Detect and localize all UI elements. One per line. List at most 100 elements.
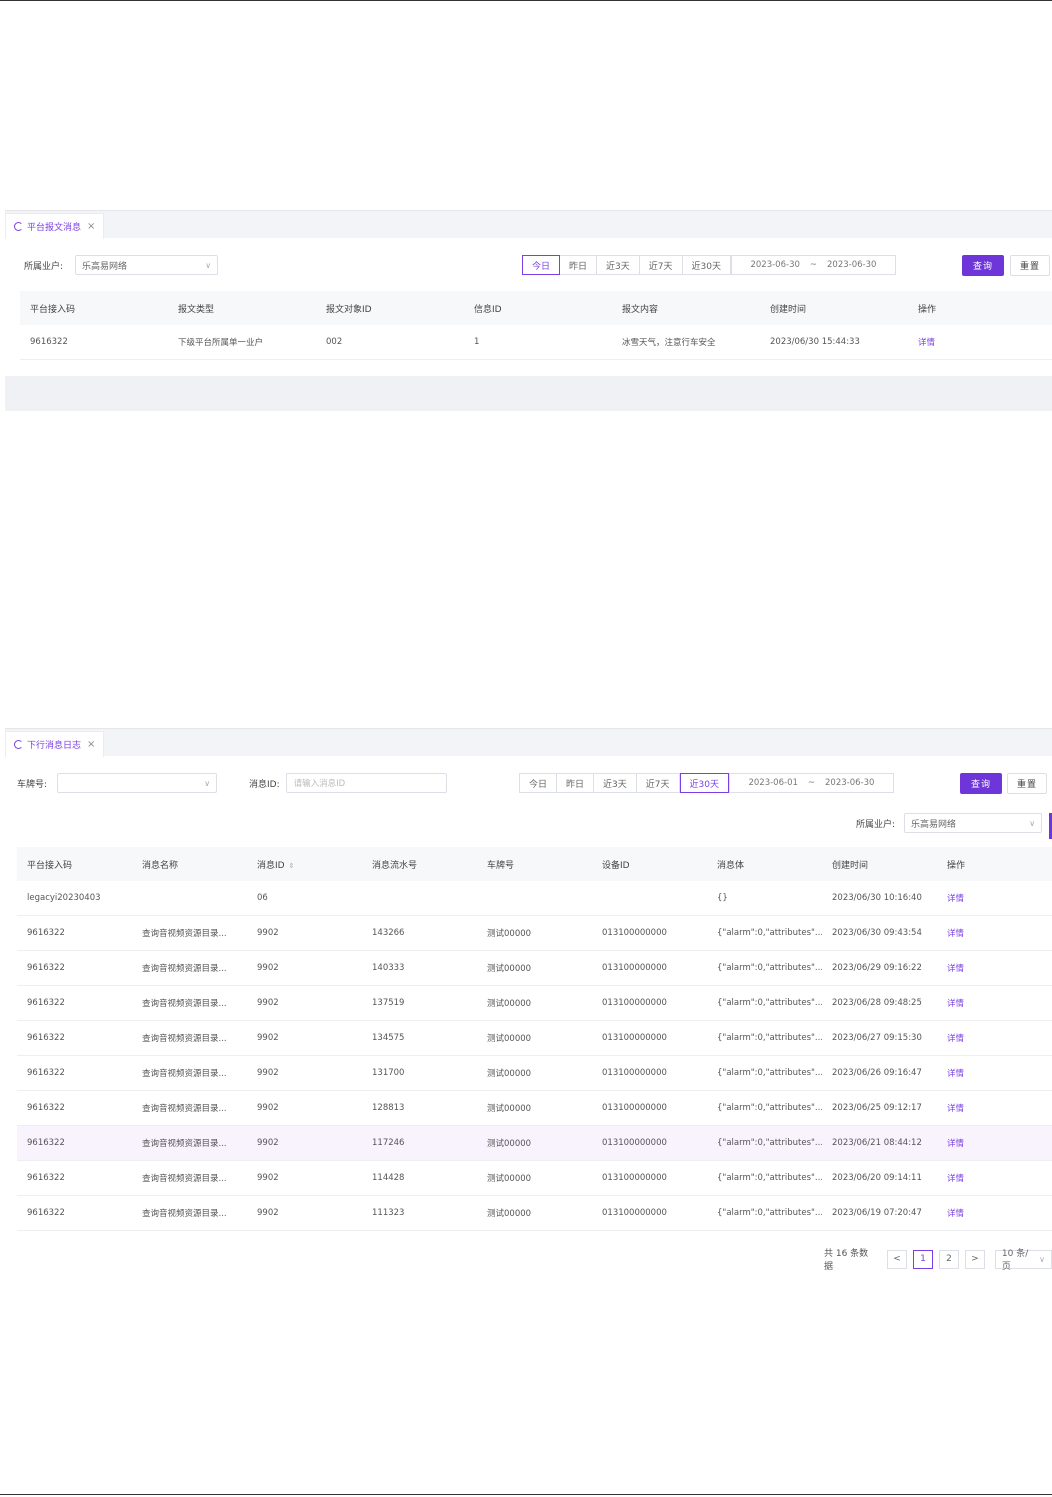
table-cell: 2023/06/30 10:16:40 [832, 893, 922, 903]
table-cell: {"alarm":0,"attributes"... [717, 998, 822, 1008]
tab-bar: 平台报文消息 × [5, 210, 1052, 239]
detail-link[interactable]: 详情 [937, 997, 1052, 1009]
table-cell: 9616322 [27, 1033, 65, 1043]
sort-icon[interactable]: ⇕ [289, 862, 295, 870]
table-cell: 9616322 [27, 1103, 65, 1113]
detail-link[interactable]: 详情 [908, 336, 1052, 348]
page-button[interactable]: 1 [912, 1249, 933, 1269]
table-cell: 冰雪天气，注意行车安全 [622, 338, 716, 348]
platform-message-panel: 平台报文消息 × 所属业户: 乐高易网络 ∨ 今日 昨日 近3天 近7天 近30天 20… [5, 210, 1052, 411]
table-cell: 137519 [372, 998, 405, 1008]
date-start: 2023-06-30 [750, 260, 800, 270]
date-range-picker[interactable]: 2023-06-01 ~ 2023-06-30 [728, 773, 894, 793]
table-cell: {"alarm":0,"attributes"... [717, 1068, 822, 1078]
table-cell: 06 [257, 893, 268, 903]
table-cell: 134575 [372, 1033, 405, 1043]
quick-range-option[interactable]: 近7天 [636, 773, 680, 793]
table-cell: 9616322 [27, 1138, 65, 1148]
reset-button[interactable]: 重置 [1010, 255, 1050, 276]
prev-page-button[interactable]: < [887, 1249, 907, 1269]
tab-downlink-log[interactable]: 下行消息日志 × [5, 731, 105, 757]
page-bottom-border [0, 1494, 1052, 1495]
table-cell: 9616322 [27, 928, 65, 938]
msgid-input[interactable]: 请输入消息ID [285, 773, 447, 793]
chevron-down-icon: ∨ [204, 778, 211, 788]
close-icon[interactable]: × [87, 739, 95, 750]
date-range-picker[interactable]: 2023-06-30 ~ 2023-06-30 [730, 255, 896, 275]
query-button[interactable]: 查询 [962, 255, 1004, 276]
table-cell: 测试00000 [487, 999, 532, 1009]
table-row: 9616322 查询音视频资源目录... 9902 117246 测试00000 0131… [17, 1126, 1052, 1161]
tenant-select[interactable]: 乐高易网络 ∨ [75, 255, 219, 275]
quick-range-option[interactable]: 昨日 [560, 255, 598, 275]
detail-link[interactable]: 详情 [937, 1032, 1052, 1044]
table-cell: 2023/06/20 09:14:11 [832, 1173, 922, 1183]
date-end: 2023-06-30 [827, 260, 877, 270]
table-row: 9616322 查询音视频资源目录... 9902 134575 测试00000 0131… [17, 1021, 1052, 1056]
quick-range-option[interactable]: 今日 [522, 255, 561, 275]
column-header-label: 消息体 [717, 860, 745, 871]
quick-range-option[interactable]: 近7天 [639, 255, 683, 275]
detail-link[interactable]: 详情 [937, 1067, 1052, 1079]
page-button[interactable]: 2 [938, 1249, 959, 1269]
table-cell: 测试00000 [487, 929, 532, 939]
table-cell: 9902 [257, 1068, 279, 1078]
table-body: legacyi20230403 06 {} 2023/06/30 10:16:40 详情… [17, 881, 1052, 1231]
plate-filter: 车牌号: ∨ [17, 773, 218, 793]
date-filter: 今日 昨日 近3天 近7天 近30天 2023-06-30 ~ 2023-06-30 [522, 255, 896, 275]
table-cell: 9902 [257, 1208, 279, 1218]
detail-link[interactable]: 详情 [937, 1102, 1052, 1114]
detail-link[interactable]: 详情 [937, 1137, 1052, 1149]
next-page-button[interactable]: > [964, 1249, 985, 1269]
table-body: 9616322 下级平台所属单一业户 002 1 冰雪天气，注意行车安全 2023/06/… [20, 325, 1052, 360]
refresh-icon [14, 222, 23, 231]
table-cell: 013100000000 [602, 1173, 667, 1183]
table-cell: 9902 [257, 998, 279, 1008]
tab-platform-message[interactable]: 平台报文消息 × [5, 213, 105, 239]
table-cell: 查询音视频资源目录... [142, 1104, 227, 1114]
detail-link[interactable]: 详情 [937, 1172, 1052, 1184]
table-cell: 143266 [372, 928, 405, 938]
reset-button[interactable]: 重置 [1007, 773, 1047, 794]
table-cell: 测试00000 [487, 1209, 532, 1219]
table-cell: 查询音视频资源目录... [142, 964, 227, 974]
table-cell: 查询音视频资源目录... [142, 1209, 227, 1219]
table-cell: 013100000000 [602, 1138, 667, 1148]
column-header: 操作 [937, 858, 1052, 871]
detail-link[interactable]: 详情 [937, 962, 1052, 974]
detail-link[interactable]: 详情 [937, 1207, 1052, 1219]
quick-range-option[interactable]: 今日 [519, 773, 558, 793]
tab-label: 下行消息日志 [27, 741, 82, 751]
quick-range-option[interactable]: 昨日 [557, 773, 595, 793]
table-cell: 9616322 [27, 1068, 65, 1078]
tenant-value: 乐高易网络 [911, 819, 957, 830]
quick-range-option[interactable]: 近3天 [597, 255, 640, 275]
table-cell: 2023/06/19 07:20:47 [832, 1208, 922, 1218]
chevron-down-icon: ∨ [205, 260, 212, 270]
downlink-log-table: 平台接入码 消息名称 消息ID ⇕ 消息流水号 车牌号 设备ID 消息体 创建时间 操作 lega… [17, 847, 1052, 1231]
column-header: 报文对象ID [316, 302, 464, 315]
column-header-label: 车牌号 [487, 860, 515, 871]
quick-range-option[interactable]: 近30天 [679, 773, 729, 793]
table-cell: 9902 [257, 928, 279, 938]
plate-select[interactable]: ∨ [57, 773, 218, 793]
table-cell: 下级平台所属单一业户 [178, 338, 264, 348]
table-header: 平台接入码 报文类型 报文对象ID 信息ID 报文内容 创建时间 操作 [20, 291, 1052, 325]
table-cell: 9902 [257, 1173, 279, 1183]
table-cell: 9902 [257, 963, 279, 973]
column-header-label: 操作 [918, 304, 937, 315]
table-cell: 9902 [257, 1138, 279, 1148]
quick-range-option[interactable]: 近3天 [594, 773, 637, 793]
column-header: 操作 [908, 302, 1052, 315]
detail-link[interactable]: 详情 [937, 927, 1052, 939]
column-header: 车牌号 [477, 858, 592, 871]
table-row: 9616322 下级平台所属单一业户 002 1 冰雪天气，注意行车安全 2023/06/… [20, 325, 1052, 360]
quick-range-group: 今日 昨日 近3天 近7天 近30天 [522, 255, 731, 275]
tenant-select[interactable]: 乐高易网络 ∨ [904, 813, 1043, 833]
close-icon[interactable]: × [87, 221, 95, 232]
page-size-select[interactable]: 10 条/页 ∨ [994, 1249, 1052, 1272]
quick-range-option[interactable]: 近30天 [682, 255, 731, 275]
table-cell: 查询音视频资源目录... [142, 1174, 227, 1184]
detail-link[interactable]: 详情 [937, 892, 1052, 904]
query-button[interactable]: 查询 [960, 773, 1002, 794]
